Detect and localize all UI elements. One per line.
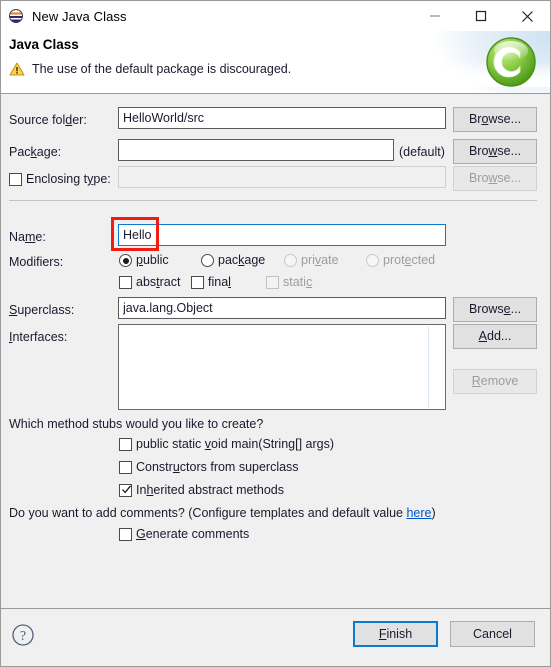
check-icon [122, 485, 132, 494]
interfaces-add-button[interactable]: Add... [453, 324, 537, 349]
interfaces-label: Interfaces: [9, 330, 68, 344]
enclosing-type-label: Enclosing type: [26, 172, 111, 186]
enclosing-type-checkbox[interactable] [9, 173, 22, 186]
generate-comments-label: Generate comments [136, 527, 250, 541]
modifier-checkbox-final[interactable] [191, 276, 204, 289]
package-default-hint: (default) [399, 145, 445, 159]
stub-label-inherited-abstract: Inherited abstract methods [136, 483, 285, 497]
superclass-input[interactable] [118, 297, 446, 319]
interfaces-scroll-divider [428, 326, 429, 408]
minimize-icon[interactable] [412, 1, 458, 31]
comments-question-text: Do you want to add comments? (Configure … [9, 506, 407, 520]
stub-checkbox-constructors[interactable] [119, 461, 132, 474]
modifier-checkbox-static [266, 276, 279, 289]
source-folder-label: Source folder: [9, 113, 87, 127]
comments-question: Do you want to add comments? (Configure … [9, 506, 436, 520]
window-title: New Java Class [32, 8, 127, 24]
source-folder-input[interactable] [118, 107, 446, 129]
superclass-label: Superclass: [9, 303, 75, 317]
close-icon[interactable] [504, 1, 550, 31]
package-label: Package: [9, 145, 62, 159]
modifier-checkbox-abstract[interactable] [119, 276, 132, 289]
modifier-radio-public[interactable] [119, 254, 132, 267]
java-globe-icon [9, 8, 25, 24]
interfaces-remove-button: Remove [453, 369, 537, 394]
enclosing-type-browse-button: Browse... [453, 166, 537, 191]
dialog-body: Source folder: Browse... Package: (defau… [1, 94, 550, 608]
java-class-logo-icon [484, 35, 538, 89]
new-java-class-dialog: New Java Class Java Class The use of the… [0, 0, 551, 667]
modifier-radio-protected [366, 254, 379, 267]
window-controls [412, 1, 550, 31]
stub-checkbox-main-method[interactable] [119, 438, 132, 451]
name-label: Name: [9, 230, 46, 244]
configure-templates-link[interactable]: here [406, 506, 431, 520]
modifier-label-protected: protected [383, 253, 436, 267]
dialog-header: Java Class The use of the default packag… [1, 31, 550, 93]
modifier-radio-package[interactable] [201, 254, 214, 267]
package-browse-button[interactable]: Browse... [453, 139, 537, 164]
section-separator-1 [9, 200, 537, 201]
package-input[interactable] [118, 139, 394, 161]
svg-text:?: ? [20, 629, 26, 644]
stub-label-constructors: Constructors from superclass [136, 460, 299, 474]
maximize-icon[interactable] [458, 1, 504, 31]
help-icon[interactable]: ? [11, 623, 35, 647]
superclass-browse-button[interactable]: Browse... [453, 297, 537, 322]
stub-label-main-method: public static void main(String[] args) [136, 437, 334, 451]
header-message-row: The use of the default package is discou… [9, 61, 291, 77]
interfaces-listbox[interactable] [118, 324, 446, 410]
method-stubs-question: Which method stubs would you like to cre… [9, 417, 264, 431]
finish-button[interactable]: Finish [353, 621, 438, 647]
title-bar: New Java Class [1, 1, 550, 31]
modifier-label-abstract: abstract [136, 275, 181, 289]
modifier-label-final: final [208, 275, 231, 289]
generate-comments-checkbox[interactable] [119, 528, 132, 541]
modifier-label-private: private [301, 253, 339, 267]
modifier-label-static: static [283, 275, 313, 289]
enclosing-type-input [118, 166, 446, 188]
header-message: The use of the default package is discou… [32, 62, 292, 76]
modifier-radio-private [284, 254, 297, 267]
modifier-label-package: package [218, 253, 266, 267]
page-title: Java Class [9, 37, 79, 52]
modifier-label-public: public [136, 253, 169, 267]
cancel-button[interactable]: Cancel [450, 621, 535, 647]
modifiers-label: Modifiers: [9, 255, 64, 269]
name-input[interactable] [118, 224, 446, 246]
warning-icon [9, 61, 25, 77]
stub-checkbox-inherited-abstract[interactable] [119, 484, 132, 497]
source-folder-browse-button[interactable]: Browse... [453, 107, 537, 132]
